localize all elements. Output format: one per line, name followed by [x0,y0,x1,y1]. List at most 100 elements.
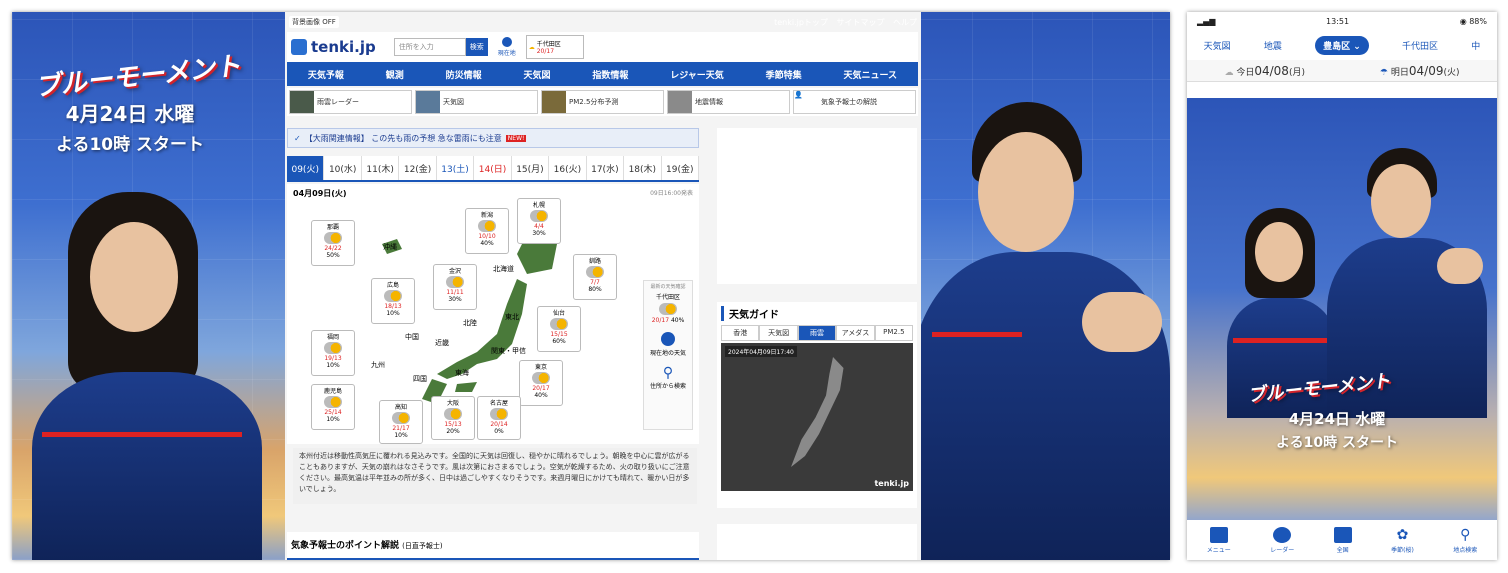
guide-tab[interactable]: 香港 [721,325,760,341]
city-card[interactable]: 広島 18/13 10% [371,278,415,324]
city-card[interactable]: 新潟 10/10 40% [465,208,509,254]
subnav-radar[interactable]: 雨雲レーダー [289,90,412,114]
guide-tab[interactable]: 雨雲 [797,325,837,341]
toplink-top[interactable]: tenki.jpトップ [774,18,828,27]
point-commentary-heading[interactable]: 気象予報士のポイント解説 (日直予報士) [287,532,699,560]
sub-nav: 雨雲レーダー 天気図 PM2.5分布予測 地震情報 👤 気象予報士の解説 [287,88,918,116]
region-label: 中国 [405,333,419,341]
phone-nav-item[interactable]: 千代田区 [1402,39,1438,52]
cloud-sun-icon: ☁ [528,43,535,51]
promo-date: 4月24日 水曜 [1288,410,1386,428]
city-card[interactable]: 大阪 15/13 20% [431,396,475,440]
tab-day[interactable]: 18(木) [624,156,662,180]
guide-tab[interactable]: アメダス [836,325,875,341]
city-card[interactable]: 那覇 24/22 50% [311,220,355,266]
search-input[interactable]: 住所を入力 [393,38,466,56]
radar-icon [1273,526,1292,543]
guide-tab[interactable]: PM2.5 [874,325,914,341]
site-header: tenki.jp 住所を入力 検索 現在地 ☁ 千代田区 20/17 [287,32,918,62]
tab-day[interactable]: 13(土) [436,156,475,180]
phone-weather-strip: ☁ 今日04/08(月) ☂ 明日04/09(火) [1187,60,1497,82]
weather-icon [586,266,604,278]
region-label: 四国 [413,375,427,383]
search-button[interactable]: 検索 [465,38,488,56]
region-label: 沖縄 [383,243,397,251]
radar-map[interactable]: 2024年04月09日17:40 tenki.jp [721,343,913,491]
season-button[interactable]: ✿ 季節(桜) [1391,527,1414,554]
city-card[interactable]: 東京 20/17 40% [519,360,563,406]
address-search-link[interactable]: ⚲ 住所から検索 [644,365,692,390]
nav-index[interactable]: 指数情報 [592,68,628,81]
tab-day[interactable]: 09(火) [287,156,325,180]
promo-time: よる10時 スタート [55,135,205,155]
toplink-sitemap[interactable]: サイトマップ [836,18,884,27]
tab-day[interactable]: 17(水) [586,156,625,180]
nav-observation[interactable]: 観測 [386,68,404,81]
nav-forecast[interactable]: 天気予報 [308,68,344,81]
nav-leisure[interactable]: レジャー天気 [670,68,724,81]
mini-forecast[interactable]: ☁ 千代田区 20/17 [525,35,584,59]
city-card[interactable]: 仙台 15/15 60% [537,306,581,352]
phone-promo-image[interactable]: ブルーモーメント 4月24日 水曜 よる10時 スタート [1187,98,1497,520]
search-icon: ⚲ [1460,526,1471,543]
city-card[interactable]: 鹿児島 25/14 10% [311,384,355,430]
city-card[interactable]: 福岡 19/13 10% [311,330,355,376]
subnav-quake[interactable]: 地震情報 [667,90,790,114]
nav-news[interactable]: 天気ニュース [843,68,897,81]
tab-day[interactable]: 15(月) [511,156,550,180]
location-icon [501,37,512,47]
radar-button[interactable]: レーダー [1270,526,1294,554]
city-card[interactable]: 名古屋 20/14 0% [477,396,521,440]
nav-disaster[interactable]: 防災情報 [446,68,482,81]
weather-icon [478,220,496,232]
city-card[interactable]: 釧路 7/7 80% [573,254,617,300]
phone-nav-item[interactable]: 天気図 [1204,39,1231,52]
tenki-logo-icon [291,39,307,55]
phone-screenshot: ▂▄▆ 13:51 ◉ 88% 天気図 地震 豊島区 ⌄ 千代田区 中 ☁ 今日… [1187,12,1497,560]
subnav-chart[interactable]: 天気図 [415,90,538,114]
tab-day[interactable]: 19(金) [661,156,699,180]
map-date: 04月09日(火) [293,189,347,198]
tab-day[interactable]: 12(金) [399,156,437,180]
tab-day[interactable]: 16(火) [549,156,587,180]
city-card[interactable]: 金沢 11/11 30% [433,264,477,310]
quick-weather-box: 最新の天気確認 千代田区 20/17 40% 現在地の天気 ⚲ 住所から検索 [643,280,693,430]
region-label: 九州 [371,361,385,369]
tenki-logo[interactable]: tenki.jp [291,38,376,56]
signal-icon: ▂▄▆ [1197,16,1216,26]
nav-season[interactable]: 季節特集 [766,68,802,81]
current-location-button[interactable]: 現在地 [496,37,518,57]
tab-day[interactable]: 10(水) [324,156,362,180]
guide-tab[interactable]: 天気図 [759,325,798,341]
phone-status-bar: ▂▄▆ 13:51 ◉ 88% [1197,16,1487,26]
date-tabs: 09(火) 10(水) 11(木) 12(金) 13(土) 14(日) 15(月… [287,156,699,182]
bg-toggle[interactable]: 背景画像 OFF [289,16,339,28]
tab-day[interactable]: 14(日) [474,156,512,180]
nationwide-button[interactable]: 全国 [1333,526,1352,554]
weather-icon [384,290,402,302]
weather-icon [444,408,462,420]
actor-image [912,102,1170,560]
toplink-help[interactable]: ヘルプ [893,18,917,27]
weather-icon [532,372,550,384]
subnav-pm25[interactable]: PM2.5分布予測 [541,90,664,114]
nav-weather-chart[interactable]: 天気図 [524,68,551,81]
weather-icon [530,210,548,222]
tab-day[interactable]: 11(木) [361,156,400,180]
menu-button[interactable]: メニュー [1207,526,1231,554]
alert-banner[interactable]: ✓ 【大雨関連情報】 この先も雨の予想 急な雷雨にも注意 NEW! [287,128,699,148]
sakura-icon: ✿ [1396,526,1409,543]
location-selector[interactable]: 豊島区 ⌄ [1315,35,1369,55]
region-label: 関東・甲信 [491,347,526,355]
tomorrow-forecast[interactable]: ☂ 明日04/09(火) [1380,64,1460,78]
weather-icon [324,396,342,408]
city-card[interactable]: 高知 21/17 10% [379,400,423,444]
today-forecast[interactable]: ☁ 今日04/08(月) [1224,64,1305,78]
subnav-commentary[interactable]: 👤 気象予報士の解説 [793,90,916,114]
region-label: 東北 [505,313,519,321]
current-location-link[interactable]: 現在地の天気 [644,332,692,357]
phone-nav-item[interactable]: 中 [1471,39,1480,52]
place-search-button[interactable]: ⚲ 地点検索 [1453,527,1477,554]
city-card[interactable]: 札幌 4/4 30% [517,198,561,244]
phone-nav-item[interactable]: 地震 [1264,39,1282,52]
